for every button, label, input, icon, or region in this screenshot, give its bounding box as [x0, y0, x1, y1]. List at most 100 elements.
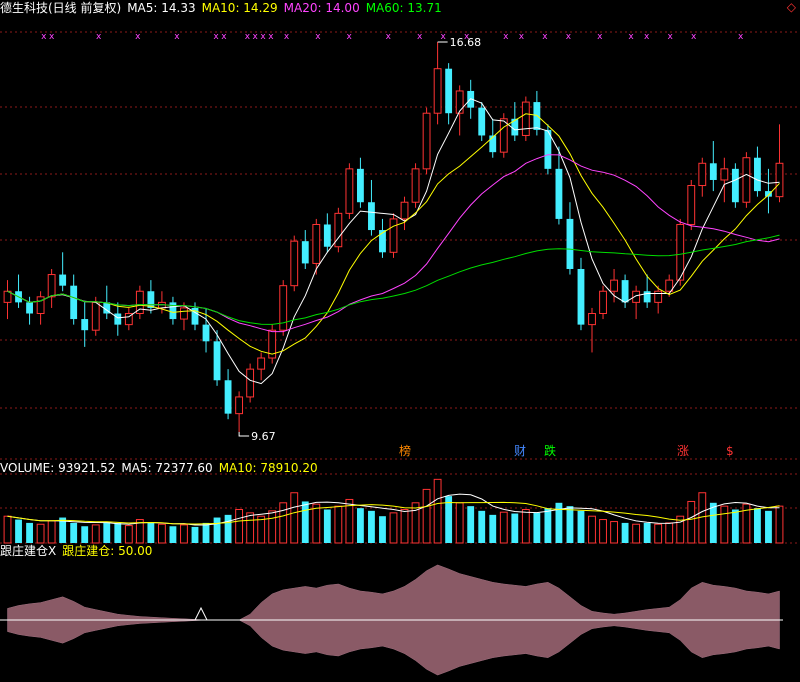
signal-mark: x — [41, 32, 47, 42]
volume-bar — [643, 522, 651, 543]
volume-bar — [191, 526, 199, 543]
signal-mark: x — [519, 32, 525, 42]
low-pointer — [238, 432, 250, 437]
event-label: $ — [726, 444, 734, 458]
candle-body — [709, 163, 717, 180]
signal-mark: x — [542, 32, 548, 42]
candle-body — [59, 274, 67, 286]
candle-body — [257, 357, 266, 370]
candle-body — [643, 291, 651, 303]
volume-bar — [621, 522, 629, 543]
event-label: 跌 — [544, 443, 556, 458]
volume-bar — [124, 525, 133, 544]
signal-mark: x — [268, 32, 274, 42]
volume-bars — [3, 478, 784, 544]
volume-bar — [70, 522, 78, 543]
candle-body — [499, 118, 508, 153]
volume-bar — [312, 503, 321, 544]
signal-mark: x — [174, 32, 180, 42]
candle-body — [114, 313, 122, 325]
candle-body — [742, 157, 751, 203]
volume-bar — [213, 517, 221, 543]
candle-body — [312, 223, 321, 264]
signal-mark: x — [96, 32, 102, 42]
volume-bar — [687, 500, 696, 544]
event-label: 榜 — [399, 443, 411, 458]
volume-bar — [422, 488, 431, 544]
candle-body — [246, 368, 255, 398]
candle-body — [610, 279, 618, 292]
volume-bar — [268, 510, 277, 544]
volume-bar — [301, 501, 309, 543]
candle-body — [81, 319, 89, 331]
stock-chart[interactable]: xxxxxxxxxxxxxxxxxxxxxxxxxxxx 16.68 9.67 榜 财… — [0, 0, 800, 682]
candle-body — [720, 168, 729, 181]
volume-bar — [544, 508, 552, 543]
volume-bar — [433, 478, 442, 544]
volume-bar — [411, 502, 420, 544]
signal-mark: x — [315, 32, 321, 42]
candle-body — [478, 107, 486, 136]
signal-marks: xxxxxxxxxxxxxxxxxxxxxxxxxxxx — [41, 32, 744, 42]
volume-bar — [775, 505, 784, 544]
signal-mark: x — [628, 32, 634, 42]
volume-bar — [36, 523, 45, 544]
signal-mark: x — [245, 32, 251, 42]
candle-body — [235, 396, 244, 415]
volume-bar — [599, 519, 607, 544]
volume-bar — [588, 515, 596, 544]
candle-body — [323, 224, 331, 247]
volume-bar — [720, 505, 729, 544]
grid-lines — [0, 31, 800, 544]
volume-bar — [478, 510, 486, 543]
candle-body — [422, 112, 431, 170]
volume-bar — [180, 524, 188, 544]
event-label: 涨 — [677, 443, 689, 458]
volume-bar — [499, 511, 508, 544]
signal-mark: x — [417, 32, 423, 42]
volume-bar — [334, 505, 343, 544]
candle-body — [147, 291, 155, 308]
volume-bar — [157, 523, 166, 544]
candle-body — [489, 135, 497, 153]
candle-body — [775, 162, 784, 198]
signal-mark: x — [284, 32, 290, 42]
volume-bar — [577, 510, 585, 543]
volume-bar — [467, 506, 475, 543]
volume-bar — [114, 522, 122, 543]
candle-body — [400, 201, 409, 220]
candle-body — [455, 90, 464, 114]
signal-mark: x — [135, 32, 141, 42]
candle-body — [213, 341, 221, 381]
candle-body — [555, 168, 563, 219]
volume-bar — [754, 508, 761, 543]
signal-mark: x — [260, 32, 266, 42]
volume-bar — [279, 502, 288, 544]
signal-mark: x — [49, 32, 55, 42]
volume-bar — [246, 512, 255, 544]
candle-body — [577, 268, 585, 325]
signal-mark: x — [644, 32, 650, 42]
volume-bar — [511, 513, 519, 543]
candle-body — [698, 162, 707, 187]
low-price-label: 9.67 — [251, 430, 276, 443]
volume-bar — [765, 510, 772, 543]
volume-bar — [81, 526, 89, 543]
candle-body — [70, 285, 78, 320]
volume-bar — [290, 492, 299, 544]
volume-bar — [731, 509, 739, 543]
volume-bar — [400, 509, 409, 544]
signal-mark: x — [213, 32, 219, 42]
candles — [3, 42, 784, 432]
signal-mark: x — [440, 32, 446, 42]
signal-mark: x — [503, 32, 509, 42]
volume-bar — [566, 506, 574, 543]
candle-body — [621, 280, 629, 303]
candle-body — [445, 68, 453, 114]
signal-mark: x — [221, 32, 227, 42]
volume-bar — [26, 522, 33, 543]
candle-body — [368, 202, 375, 231]
volume-bar — [610, 521, 618, 544]
signal-mark: x — [738, 32, 744, 42]
volume-bar — [3, 515, 12, 544]
